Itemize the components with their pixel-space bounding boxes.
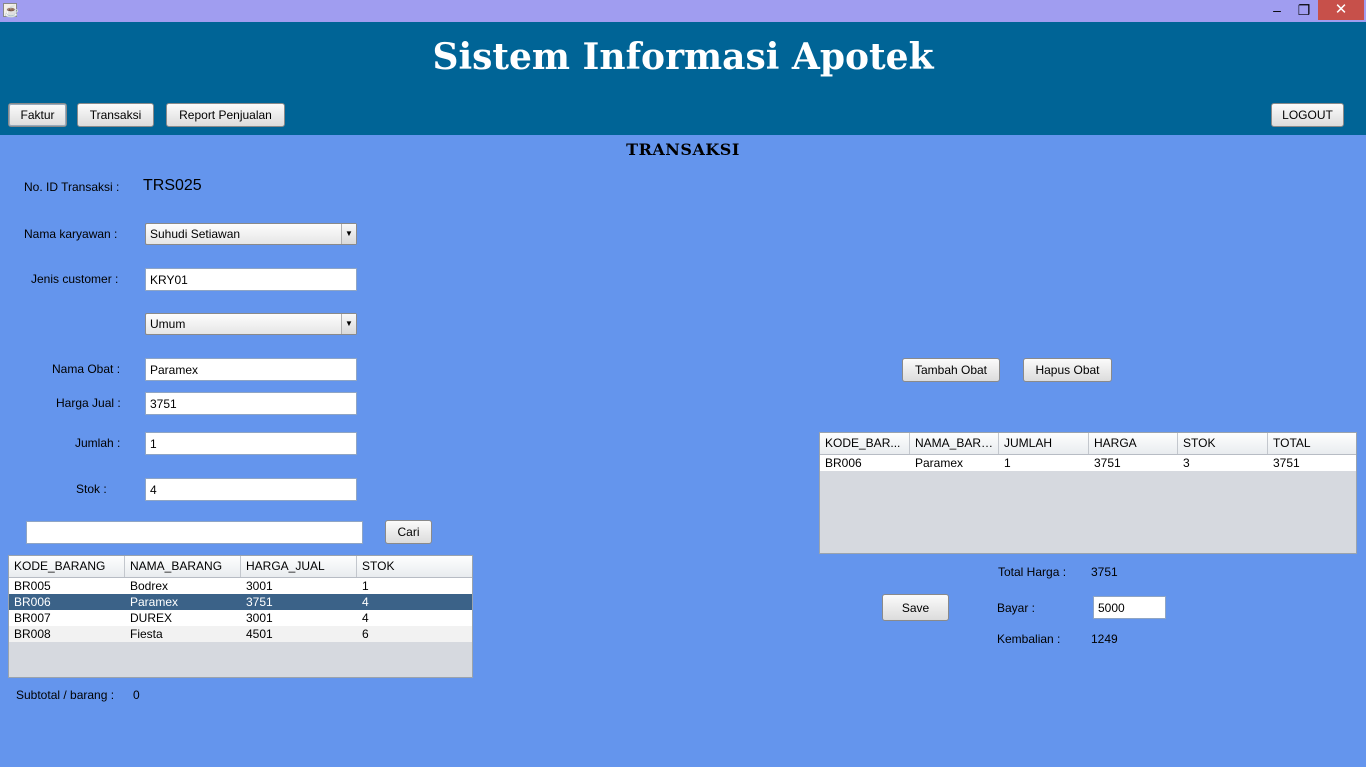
subtotal-label: Subtotal / barang : — [16, 688, 115, 702]
faktur-button[interactable]: Faktur — [8, 103, 67, 127]
section-title: TRANSAKSI — [626, 140, 740, 159]
payment-label: Bayar : — [997, 601, 1036, 615]
customer-type-select-value: Umum — [150, 317, 186, 331]
transaksi-button[interactable]: Transaksi — [77, 103, 154, 127]
report-penjualan-button[interactable]: Report Penjualan — [166, 103, 285, 127]
column-header[interactable]: STOK — [357, 556, 472, 577]
close-icon[interactable]: ✕ — [1318, 0, 1364, 20]
table-cell: 3751 — [1094, 456, 1121, 470]
column-header[interactable]: STOK — [1178, 433, 1268, 454]
table-cell: BR005 — [14, 579, 51, 593]
total-price-label: Total Harga : — [998, 565, 1067, 579]
table-cell: BR006 — [825, 456, 862, 470]
chevron-down-icon[interactable]: ▼ — [341, 314, 356, 334]
table-row[interactable]: BR006 Paramex 1 3751 3 3751 — [820, 455, 1356, 471]
table-cell: 1 — [362, 579, 369, 593]
quantity-label: Jumlah : — [75, 436, 121, 450]
table-row[interactable]: BR007 DUREX 3001 4 — [9, 610, 472, 626]
maximize-icon[interactable]: ❐ — [1289, 0, 1319, 20]
logout-button[interactable]: LOGOUT — [1271, 103, 1344, 127]
table-cell: 3001 — [246, 579, 273, 593]
table-cell: BR006 — [14, 595, 51, 609]
employee-select[interactable]: Suhudi Setiawan ▼ — [145, 223, 357, 245]
search-button[interactable]: Cari — [385, 520, 432, 544]
window-titlebar — [0, 0, 1366, 22]
employee-label: Nama karyawan : — [24, 227, 118, 241]
column-header[interactable]: KODE_BARANG — [9, 556, 125, 577]
column-header[interactable]: NAMA_BARA... — [910, 433, 999, 454]
stock-table[interactable]: KODE_BARANG NAMA_BARANG HARGA_JUAL STOK … — [8, 555, 473, 678]
employee-select-value: Suhudi Setiawan — [150, 227, 241, 241]
cart-table[interactable]: KODE_BAR... NAMA_BARA... JUMLAH HARGA ST… — [819, 432, 1357, 554]
stock-field[interactable] — [145, 478, 357, 501]
table-cell: Bodrex — [130, 579, 169, 593]
table-cell: 3001 — [246, 611, 273, 625]
sale-price-field[interactable] — [145, 392, 357, 415]
table-cell: BR007 — [14, 611, 51, 625]
save-button[interactable]: Save — [882, 594, 949, 621]
table-cell: 3751 — [246, 595, 273, 609]
table-cell: BR008 — [14, 627, 51, 641]
customer-type-select[interactable]: Umum ▼ — [145, 313, 357, 335]
table-cell: Paramex — [915, 456, 964, 470]
stock-label: Stok : — [76, 482, 107, 496]
add-medicine-button[interactable]: Tambah Obat — [902, 358, 1000, 382]
payment-field[interactable] — [1093, 596, 1166, 619]
table-cell: Paramex — [130, 595, 179, 609]
total-price-value: 3751 — [1091, 565, 1118, 579]
sale-price-label: Harga Jual : — [56, 396, 121, 410]
table-cell: 3751 — [1273, 456, 1300, 470]
table-cell: 3 — [1183, 456, 1190, 470]
search-input[interactable] — [26, 521, 363, 544]
column-header[interactable]: HARGA_JUAL — [241, 556, 357, 577]
change-label: Kembalian : — [997, 632, 1061, 646]
column-header[interactable]: TOTAL — [1268, 433, 1356, 454]
medicine-name-label: Nama Obat : — [52, 362, 121, 376]
chevron-down-icon[interactable]: ▼ — [341, 224, 356, 244]
table-row[interactable]: BR008 Fiesta 4501 6 — [9, 626, 472, 642]
minimize-icon[interactable]: ‒ — [1262, 0, 1292, 20]
java-app-icon: ☕ — [3, 3, 19, 18]
transaction-id-value: TRS025 — [143, 177, 202, 194]
table-cell: 1 — [1004, 456, 1011, 470]
table-cell: 4 — [362, 611, 369, 625]
table-cell: 4 — [362, 595, 369, 609]
subtotal-value: 0 — [133, 688, 140, 702]
column-header[interactable]: JUMLAH — [999, 433, 1089, 454]
table-cell: Fiesta — [130, 627, 163, 641]
table-row-selected[interactable]: BR006 Paramex 3751 4 — [9, 594, 472, 610]
column-header[interactable]: NAMA_BARANG — [125, 556, 241, 577]
column-header[interactable]: HARGA — [1089, 433, 1178, 454]
table-cell: 6 — [362, 627, 369, 641]
remove-medicine-button[interactable]: Hapus Obat — [1023, 358, 1112, 382]
table-row[interactable]: BR005 Bodrex 3001 1 — [9, 578, 472, 594]
table-cell: 4501 — [246, 627, 273, 641]
customer-label: Jenis customer : — [31, 272, 119, 286]
quantity-field[interactable] — [145, 432, 357, 455]
app-title: Sistem Informasi Apotek — [432, 36, 934, 78]
medicine-name-field[interactable] — [145, 358, 357, 381]
customer-field[interactable] — [145, 268, 357, 291]
transaction-id-label: No. ID Transaksi : — [24, 180, 120, 194]
table-cell: DUREX — [130, 611, 173, 625]
change-value: 1249 — [1091, 632, 1118, 646]
column-header[interactable]: KODE_BAR... — [820, 433, 910, 454]
stock-table-header: KODE_BARANG NAMA_BARANG HARGA_JUAL STOK — [9, 556, 472, 578]
cart-table-header: KODE_BAR... NAMA_BARA... JUMLAH HARGA ST… — [820, 433, 1356, 455]
